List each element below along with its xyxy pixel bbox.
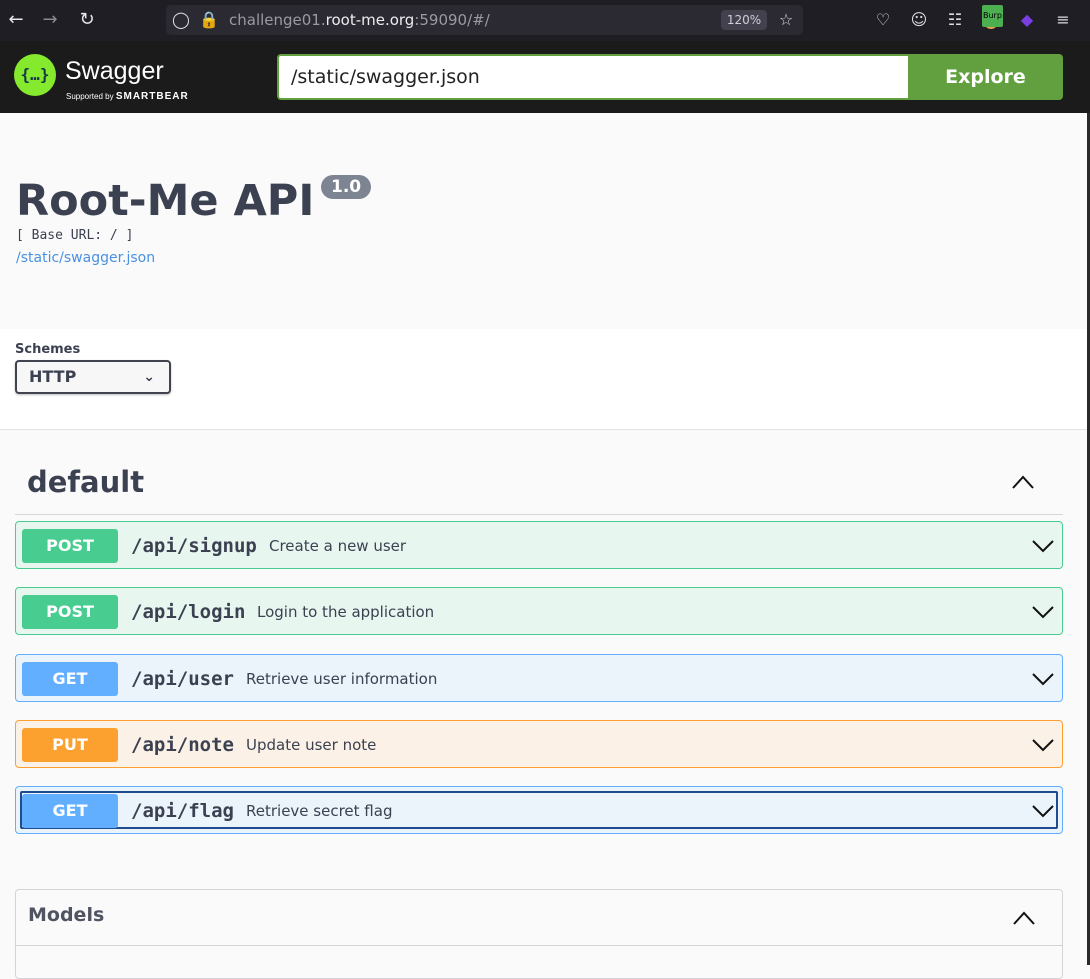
- operation-signup[interactable]: POST /api/signup Create a new user: [15, 521, 1063, 569]
- extensions-icon[interactable]: ☷: [944, 9, 966, 31]
- bookmark-star-icon[interactable]: ☆: [775, 9, 797, 31]
- chevron-down-icon[interactable]: [1032, 735, 1054, 755]
- operation-path: /api/flag: [131, 800, 234, 822]
- tag-default-header[interactable]: default: [15, 450, 1063, 515]
- pocket-icon[interactable]: ♡: [872, 9, 894, 31]
- chevron-up-icon[interactable]: [1011, 472, 1035, 492]
- chevron-up-icon[interactable]: [1012, 908, 1036, 928]
- back-icon[interactable]: ←: [4, 8, 28, 32]
- smartbear-tagline: Supported by SMARTBEAR: [66, 91, 189, 102]
- url-text[interactable]: challenge01.root-me.org:59090/#/: [229, 11, 490, 29]
- zoom-level[interactable]: 120%: [721, 10, 767, 30]
- method-badge: POST: [22, 529, 118, 563]
- operation-summary: Retrieve user information: [246, 670, 438, 688]
- spec-link[interactable]: /static/swagger.json: [16, 250, 155, 266]
- operation-summary: Create a new user: [269, 537, 407, 555]
- shield-icon[interactable]: ◯: [170, 9, 192, 31]
- burp-extension-icon[interactable]: Burp: [980, 5, 1003, 31]
- operation-flag[interactable]: GET /api/flag Retrieve secret flag: [15, 786, 1063, 834]
- operation-path: /api/signup: [131, 535, 257, 557]
- forward-icon[interactable]: →: [38, 8, 62, 32]
- operation-summary: Login to the application: [257, 603, 435, 621]
- method-badge: POST: [22, 595, 118, 629]
- method-badge: GET: [22, 794, 118, 828]
- chevron-down-icon[interactable]: [1032, 536, 1054, 556]
- tag-title: default: [27, 465, 145, 499]
- chevron-down-icon[interactable]: [1032, 669, 1054, 689]
- version-badge: 1.0: [321, 175, 372, 199]
- models-divider: [16, 945, 1062, 946]
- chevron-down-icon[interactable]: [1032, 602, 1054, 622]
- operation-path: /api/note: [131, 734, 234, 756]
- schemes-select[interactable]: HTTP ⌄: [15, 360, 171, 394]
- schemes-label: Schemes: [15, 342, 81, 357]
- operation-path: /api/user: [131, 668, 234, 690]
- api-info: Root-Me API 1.0 [ Base URL: / ] /static/…: [0, 113, 1090, 329]
- hamburger-menu-icon[interactable]: ≡: [1052, 9, 1074, 31]
- chevron-down-icon[interactable]: [1032, 801, 1054, 821]
- method-badge: GET: [22, 662, 118, 696]
- burp-badge: Burp: [982, 5, 1003, 27]
- api-title: Root-Me API: [16, 176, 315, 226]
- operation-summary: Retrieve secret flag: [246, 802, 393, 820]
- browser-toolbar: ← → ↻ ◯ 🔒 challenge01.root-me.org:59090/…: [0, 0, 1090, 41]
- lock-insecure-icon[interactable]: 🔒: [198, 9, 220, 31]
- models-title: Models: [28, 904, 105, 926]
- schemes-selected: HTTP: [29, 367, 77, 386]
- method-badge: PUT: [22, 728, 118, 762]
- account-icon[interactable]: ☺: [908, 9, 930, 31]
- spec-url-input[interactable]: /static/swagger.json: [277, 54, 909, 100]
- operation-user[interactable]: GET /api/user Retrieve user information: [15, 654, 1063, 702]
- operation-path: /api/login: [131, 601, 246, 623]
- explore-button[interactable]: Explore: [908, 54, 1063, 100]
- extension-cube-icon[interactable]: ◆: [1016, 9, 1038, 31]
- swagger-logo-text[interactable]: Swagger: [65, 57, 164, 86]
- swagger-topbar: {…} Swagger Supported by SMARTBEAR /stat…: [0, 41, 1090, 113]
- swagger-logo-icon[interactable]: {…}: [14, 54, 56, 96]
- models-section[interactable]: Models: [15, 889, 1063, 979]
- schemes-container: Schemes HTTP ⌄: [0, 329, 1090, 430]
- operation-note[interactable]: PUT /api/note Update user note: [15, 720, 1063, 768]
- chevron-down-icon: ⌄: [143, 369, 155, 385]
- address-bar[interactable]: ◯ 🔒 challenge01.root-me.org:59090/#/ 120…: [166, 5, 803, 35]
- base-url: [ Base URL: / ]: [16, 228, 134, 243]
- operation-summary: Update user note: [246, 736, 377, 754]
- reload-icon[interactable]: ↻: [75, 8, 99, 32]
- operation-login[interactable]: POST /api/login Login to the application: [15, 587, 1063, 635]
